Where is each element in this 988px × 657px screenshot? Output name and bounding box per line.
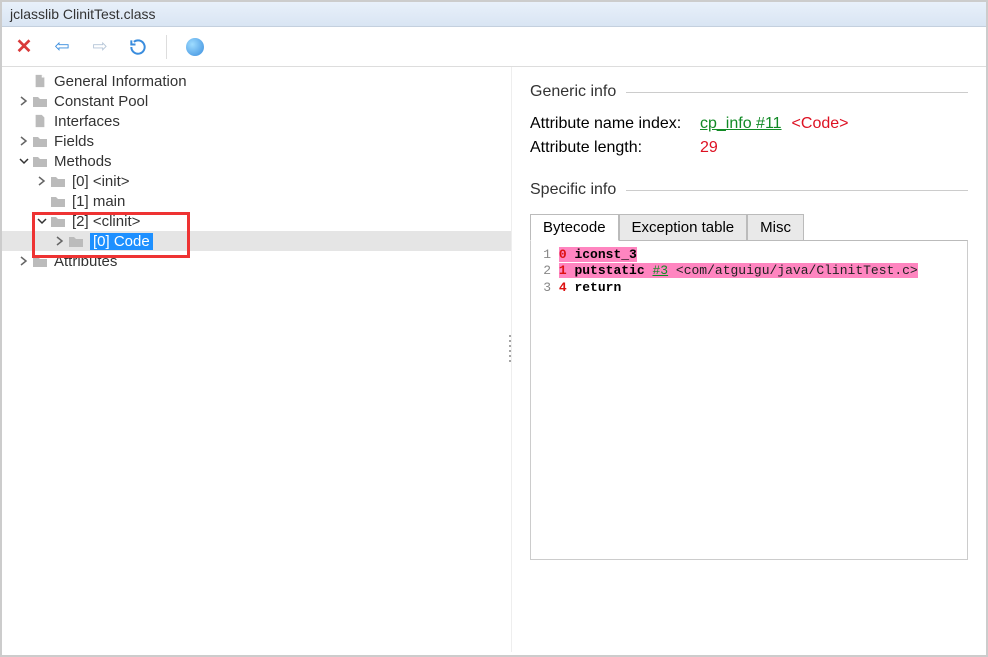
tree-label: [0] <init> (72, 173, 130, 190)
tab-bytecode[interactable]: Bytecode (530, 214, 619, 241)
bytecode-line: 3 4 return (537, 280, 961, 296)
tree-pane: General Information Constant Pool Interf… (2, 67, 512, 652)
tree-label: Interfaces (54, 113, 120, 130)
tab-misc[interactable]: Misc (747, 214, 804, 241)
folder-icon (50, 214, 66, 228)
tree-item-interfaces[interactable]: Interfaces (2, 111, 511, 131)
attr-name-index-label: Attribute name index: (530, 115, 700, 133)
attr-name-index-row: Attribute name index: cp_info #11 <Code> (530, 115, 968, 133)
folder-icon (50, 174, 66, 188)
tab-strip: Bytecode Exception table Misc (530, 213, 968, 240)
specific-info-header: Specific info (530, 181, 968, 199)
bytecode-line: 1 0 iconst_3 (537, 247, 961, 263)
attr-length-value: 29 (700, 139, 718, 157)
chevron-right-icon[interactable] (16, 253, 32, 269)
tree-label: Attributes (54, 253, 117, 270)
toolbar-separator (166, 35, 167, 59)
tree-label: Methods (54, 153, 112, 170)
content-area: General Information Constant Pool Interf… (2, 67, 986, 652)
tree-label: Fields (54, 133, 94, 150)
attr-length-row: Attribute length: 29 (530, 139, 968, 157)
globe-icon[interactable] (183, 35, 207, 59)
folder-icon (32, 94, 48, 108)
toolbar: ✕ ⇦ ⇨ (2, 27, 986, 67)
tree-label: Constant Pool (54, 93, 148, 110)
tab-exception-table[interactable]: Exception table (619, 214, 748, 241)
folder-icon (32, 254, 48, 268)
tree-item-method-main[interactable]: [1] main (2, 191, 511, 211)
tree-item-constant-pool[interactable]: Constant Pool (2, 91, 511, 111)
tree-label: [2] <clinit> (72, 213, 140, 230)
window-title: jclasslib ClinitTest.class (10, 6, 155, 22)
chevron-down-icon[interactable] (16, 153, 32, 169)
folder-icon (50, 194, 66, 208)
tree-item-attributes[interactable]: Attributes (2, 251, 511, 271)
chevron-right-icon[interactable] (52, 233, 68, 249)
attr-length-label: Attribute length: (530, 139, 700, 157)
attr-name-index-tag: <Code> (792, 115, 849, 133)
tree-item-method-clinit[interactable]: [2] <clinit> (2, 211, 511, 231)
chevron-right-icon[interactable] (16, 93, 32, 109)
chevron-right-icon[interactable] (16, 133, 32, 149)
tree-item-general-info[interactable]: General Information (2, 71, 511, 91)
cpinfo-link[interactable]: cp_info #11 (700, 115, 782, 133)
tree-item-method-init[interactable]: [0] <init> (2, 171, 511, 191)
tree-item-code[interactable]: [0] Code (2, 231, 511, 251)
forward-icon[interactable]: ⇨ (88, 35, 112, 59)
tree-label: [0] Code (90, 233, 153, 250)
window-titlebar: jclasslib ClinitTest.class (2, 2, 986, 27)
tree-label: General Information (54, 73, 187, 90)
file-icon (32, 114, 48, 128)
reload-icon[interactable] (126, 35, 150, 59)
bytecode-viewer: 1 0 iconst_32 1 putstatic #3 <com/atguig… (530, 240, 968, 560)
folder-icon (32, 154, 48, 168)
generic-info-header: Generic info (530, 83, 968, 101)
back-icon[interactable]: ⇦ (50, 35, 74, 59)
const-link[interactable]: #3 (652, 263, 668, 278)
file-icon (32, 74, 48, 88)
tree-label: [1] main (72, 193, 125, 210)
tree-item-fields[interactable]: Fields (2, 131, 511, 151)
folder-icon (32, 134, 48, 148)
chevron-right-icon[interactable] (34, 173, 50, 189)
tree-item-methods[interactable]: Methods (2, 151, 511, 171)
chevron-down-icon[interactable] (34, 213, 50, 229)
close-icon[interactable]: ✕ (12, 35, 36, 59)
splitter-handle[interactable] (507, 329, 513, 369)
bytecode-line: 2 1 putstatic #3 <com/atguigu/java/Clini… (537, 263, 961, 279)
folder-icon (68, 234, 84, 248)
detail-pane: Generic info Attribute name index: cp_in… (512, 67, 986, 652)
